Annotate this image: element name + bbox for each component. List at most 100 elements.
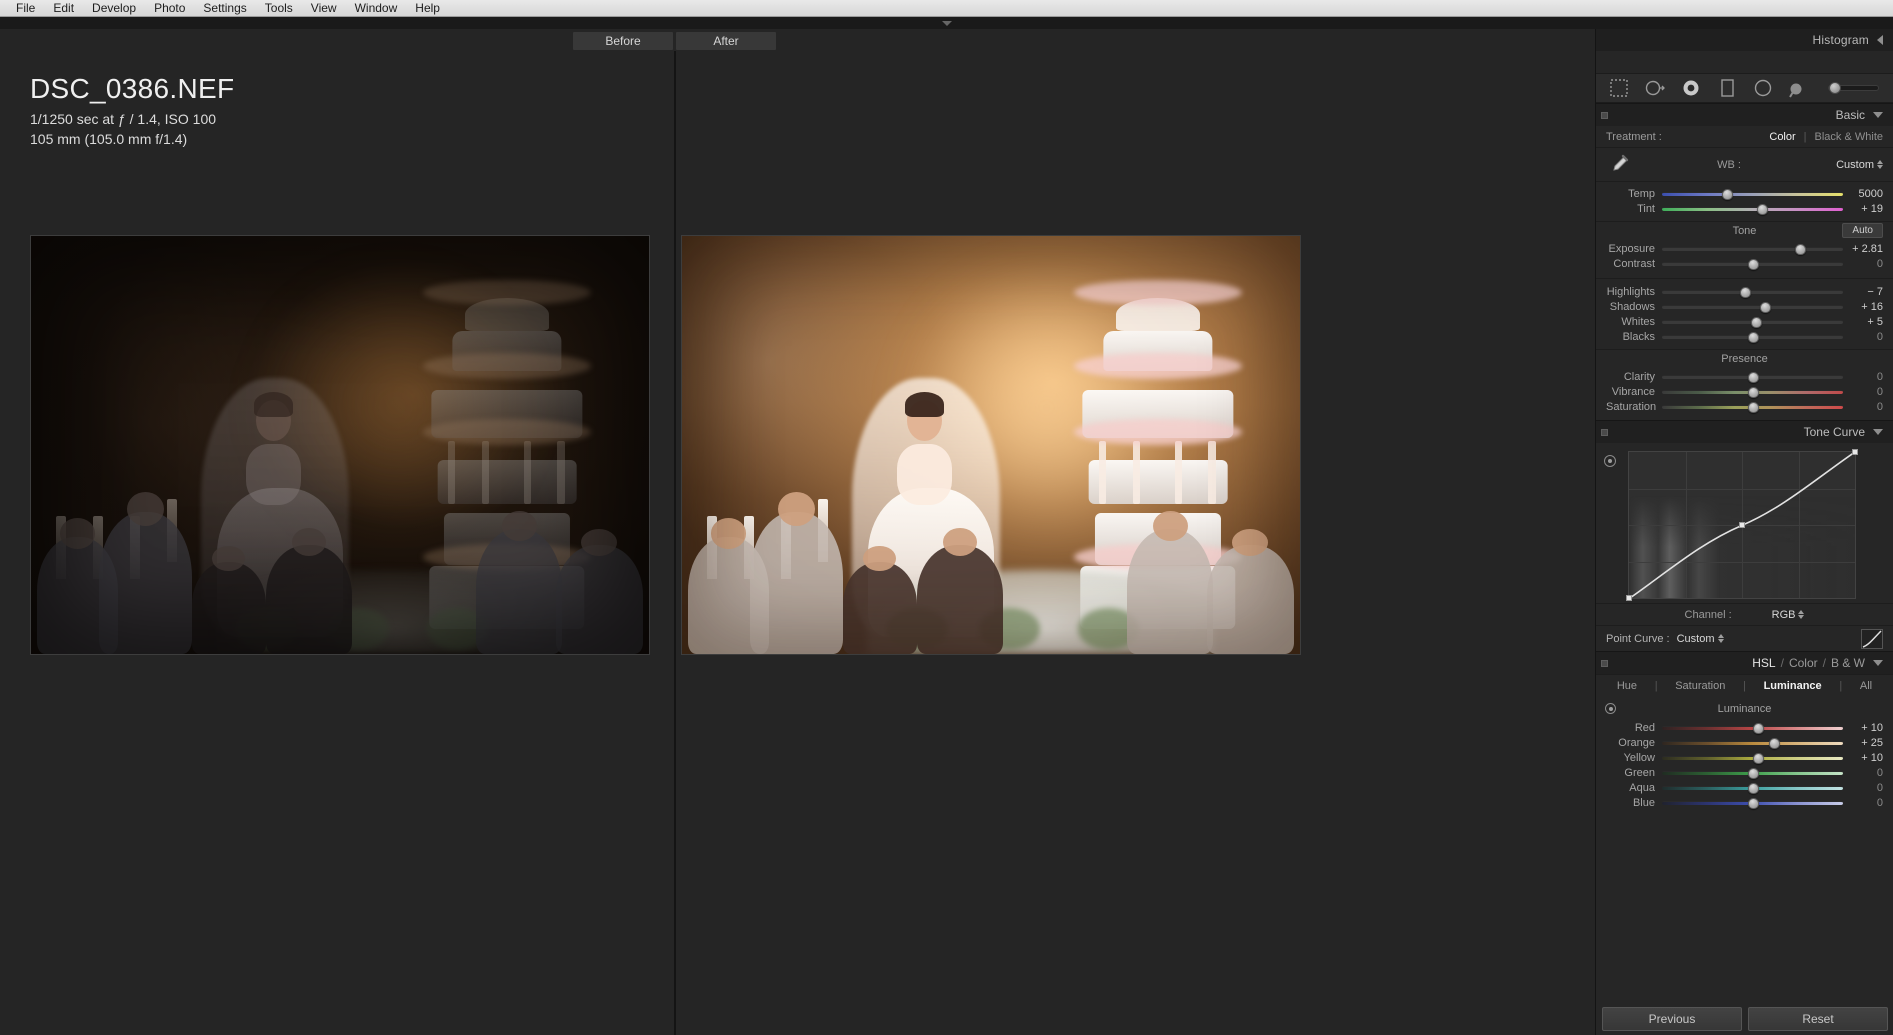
slider-vibrance-knob[interactable] <box>1747 386 1759 398</box>
hsl-mode-hsl[interactable]: HSL <box>1752 656 1775 670</box>
slider-vibrance-track[interactable] <box>1662 386 1843 398</box>
slider-whites-value[interactable]: + 5 <box>1843 316 1883 328</box>
hsl-panel-header[interactable]: HSL / Color / B & W <box>1596 651 1893 674</box>
slider-red-value[interactable]: + 10 <box>1843 722 1883 734</box>
panel-switch-icon[interactable] <box>1601 660 1608 667</box>
reset-button[interactable]: Reset <box>1748 1007 1888 1031</box>
tone-curve-graph[interactable] <box>1626 449 1858 601</box>
curve-point[interactable] <box>1739 522 1745 528</box>
menu-item-help[interactable]: Help <box>406 0 449 16</box>
before-pane[interactable]: DSC_0386.NEF 1/1250 sec at ƒ / 1.4, ISO … <box>12 51 674 1035</box>
slider-red-knob[interactable] <box>1752 722 1764 734</box>
slider-contrast[interactable]: Contrast 0 <box>1596 256 1893 271</box>
tab-saturation[interactable]: Saturation <box>1675 680 1725 692</box>
slider-blue-knob[interactable] <box>1747 797 1759 809</box>
slider-highlights-value[interactable]: − 7 <box>1843 286 1883 298</box>
slider-shadows[interactable]: Shadows + 16 <box>1596 299 1893 314</box>
slider-saturation-value[interactable]: 0 <box>1843 401 1883 413</box>
slider-vibrance[interactable]: Vibrance 0 <box>1596 384 1893 399</box>
slider-exposure-knob[interactable] <box>1794 243 1806 255</box>
slider-yellow-knob[interactable] <box>1752 752 1764 764</box>
before-image[interactable] <box>30 235 650 655</box>
slider-green-knob[interactable] <box>1747 767 1759 779</box>
menu-item-file[interactable]: File <box>7 0 44 16</box>
slider-contrast-track[interactable] <box>1662 258 1843 270</box>
hsl-mode-bw[interactable]: B & W <box>1831 656 1865 670</box>
hsl-mode-color[interactable]: Color <box>1789 656 1818 670</box>
brush-size-knob[interactable] <box>1829 82 1841 94</box>
slider-orange-knob[interactable] <box>1769 737 1781 749</box>
slider-shadows-knob[interactable] <box>1760 301 1772 313</box>
slider-blacks[interactable]: Blacks 0 <box>1596 329 1893 344</box>
red-eye-correction-tool[interactable] <box>1680 77 1702 99</box>
slider-yellow-track[interactable] <box>1662 752 1843 764</box>
slider-blue[interactable]: Blue 0 <box>1596 795 1893 810</box>
slider-blacks-track[interactable] <box>1662 331 1843 343</box>
menu-item-window[interactable]: Window <box>346 0 407 16</box>
slider-temp-track[interactable] <box>1662 188 1843 200</box>
curve-point[interactable] <box>1626 595 1632 601</box>
tone-auto-button[interactable]: Auto <box>1842 223 1883 238</box>
adjustment-brush-tool[interactable] <box>1788 77 1810 99</box>
spot-removal-tool[interactable] <box>1644 77 1666 99</box>
slider-red-track[interactable] <box>1662 722 1843 734</box>
slider-tint-value[interactable]: + 19 <box>1843 203 1883 215</box>
previous-button[interactable]: Previous <box>1602 1007 1742 1031</box>
tab-hue[interactable]: Hue <box>1617 680 1637 692</box>
slider-blacks-value[interactable]: 0 <box>1843 331 1883 343</box>
slider-orange[interactable]: Orange + 25 <box>1596 735 1893 750</box>
slider-aqua-value[interactable]: 0 <box>1843 782 1883 794</box>
basic-panel-header[interactable]: Basic <box>1596 103 1893 126</box>
tab-after[interactable]: After <box>676 32 776 50</box>
tab-all[interactable]: All <box>1860 680 1872 692</box>
target-adjustment-icon[interactable] <box>1604 455 1616 467</box>
slider-blacks-knob[interactable] <box>1747 331 1759 343</box>
slider-green-value[interactable]: 0 <box>1843 767 1883 779</box>
slider-clarity-value[interactable]: 0 <box>1843 371 1883 383</box>
after-image[interactable] <box>681 235 1301 655</box>
top-panel-collapse-toggle[interactable] <box>0 17 1893 29</box>
menu-item-edit[interactable]: Edit <box>44 0 83 16</box>
slider-blue-value[interactable]: 0 <box>1843 797 1883 809</box>
target-adjustment-icon[interactable] <box>1605 703 1616 714</box>
slider-highlights-track[interactable] <box>1662 286 1843 298</box>
slider-tint-knob[interactable] <box>1756 203 1768 215</box>
slider-green-track[interactable] <box>1662 767 1843 779</box>
slider-orange-value[interactable]: + 25 <box>1843 737 1883 749</box>
point-curve-dropdown[interactable]: Custom <box>1677 633 1724 645</box>
wb-value-dropdown[interactable]: Custom <box>1836 159 1883 171</box>
slider-exposure[interactable]: Exposure + 2.81 <box>1596 241 1893 256</box>
slider-yellow-value[interactable]: + 10 <box>1843 752 1883 764</box>
slider-contrast-knob[interactable] <box>1747 258 1759 270</box>
slider-yellow[interactable]: Yellow + 10 <box>1596 750 1893 765</box>
slider-aqua-track[interactable] <box>1662 782 1843 794</box>
slider-exposure-value[interactable]: + 2.81 <box>1843 243 1883 255</box>
slider-blue-track[interactable] <box>1662 797 1843 809</box>
slider-aqua-knob[interactable] <box>1747 782 1759 794</box>
menu-item-view[interactable]: View <box>302 0 346 16</box>
crop-overlay-tool[interactable] <box>1608 77 1630 99</box>
slider-tint[interactable]: Tint + 19 <box>1596 201 1893 216</box>
slider-shadows-track[interactable] <box>1662 301 1843 313</box>
slider-whites-knob[interactable] <box>1751 316 1763 328</box>
menu-item-tools[interactable]: Tools <box>256 0 302 16</box>
slider-whites-track[interactable] <box>1662 316 1843 328</box>
treatment-color-option[interactable]: Color <box>1769 131 1795 143</box>
panel-switch-icon[interactable] <box>1601 429 1608 436</box>
channel-value-dropdown[interactable]: RGB <box>1772 609 1805 621</box>
slider-saturation[interactable]: Saturation 0 <box>1596 399 1893 414</box>
slider-clarity[interactable]: Clarity 0 <box>1596 369 1893 384</box>
brush-size-slider[interactable] <box>1828 82 1879 94</box>
slider-clarity-knob[interactable] <box>1747 371 1759 383</box>
slider-temp-value[interactable]: 5000 <box>1843 188 1883 200</box>
slider-whites[interactable]: Whites + 5 <box>1596 314 1893 329</box>
tab-before[interactable]: Before <box>573 32 673 50</box>
slider-green[interactable]: Green 0 <box>1596 765 1893 780</box>
radial-filter-tool[interactable] <box>1752 77 1774 99</box>
slider-vibrance-value[interactable]: 0 <box>1843 386 1883 398</box>
point-curve-edit-button[interactable] <box>1861 628 1883 649</box>
slider-tint-track[interactable] <box>1662 203 1843 215</box>
slider-clarity-track[interactable] <box>1662 371 1843 383</box>
slider-highlights-knob[interactable] <box>1740 286 1752 298</box>
curve-point[interactable] <box>1852 449 1858 455</box>
